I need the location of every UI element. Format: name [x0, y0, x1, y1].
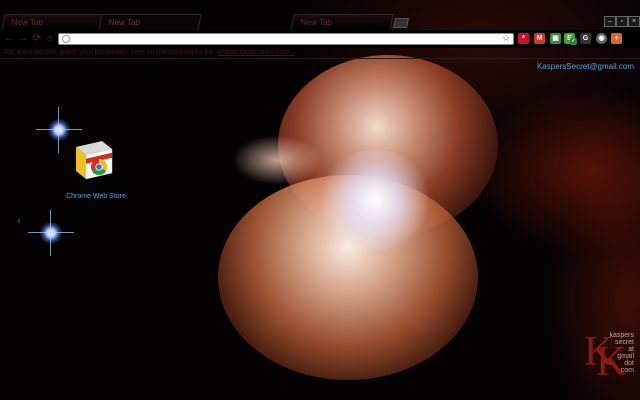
previous-page-arrow-icon[interactable]: ‹ [17, 213, 21, 227]
lastpass-icon[interactable]: * [518, 33, 529, 44]
star-glow [28, 210, 74, 256]
tab-strip: New Tab New Tab New Tab [0, 14, 640, 30]
watermark-text: kaspers secret at gmail dot com [609, 332, 634, 374]
theme-watermark: K K kaspers secret at gmail dot com [584, 329, 636, 385]
tab-new-tab-1[interactable]: New Tab [1, 14, 105, 30]
tab-new-tab-3[interactable]: New Tab [290, 14, 394, 30]
bookmarks-bar-hint: For quick access, place your bookmarks h… [4, 47, 294, 58]
reload-icon[interactable]: ⟳ [31, 33, 43, 45]
bookmark-star-icon[interactable]: ☆ [502, 33, 510, 44]
tab-new-tab-2[interactable]: New Tab [98, 14, 202, 30]
user-email[interactable]: KaspersSecret@gmail.com [537, 62, 634, 71]
nebula-core [315, 150, 435, 250]
maximize-button[interactable]: ▫ [616, 16, 628, 27]
back-icon[interactable]: ← [3, 33, 15, 45]
import-bookmarks-link[interactable]: Import bookmarks now... [218, 49, 294, 56]
app-chrome-web-store[interactable]: Chrome Web Store [66, 137, 126, 205]
photo-icon[interactable]: ▣ [550, 33, 561, 44]
nebula-wing [232, 135, 322, 185]
new-tab-button[interactable] [392, 18, 410, 28]
bookmarks-hint-text: For quick access, place your bookmarks h… [4, 49, 217, 56]
google-icon[interactable]: G [580, 33, 591, 44]
gmail-icon[interactable]: M [534, 33, 545, 44]
green-ext-icon[interactable]: ✓ [570, 38, 577, 45]
chrome-web-store-icon [76, 141, 113, 180]
page-icon [62, 35, 70, 43]
app-label: Chrome Web Store [66, 193, 126, 200]
close-window-button[interactable]: × [628, 16, 640, 27]
omnibox[interactable]: ☆ [58, 33, 514, 45]
forward-icon[interactable]: → [17, 33, 29, 45]
bookmarks-bar: For quick access, place your bookmarks h… [0, 47, 640, 59]
home-icon[interactable]: ⌂ [44, 33, 56, 45]
world-icon[interactable]: ◉ [596, 33, 607, 44]
minimize-button[interactable]: – [604, 16, 616, 27]
addon-icon[interactable]: + [611, 33, 622, 44]
